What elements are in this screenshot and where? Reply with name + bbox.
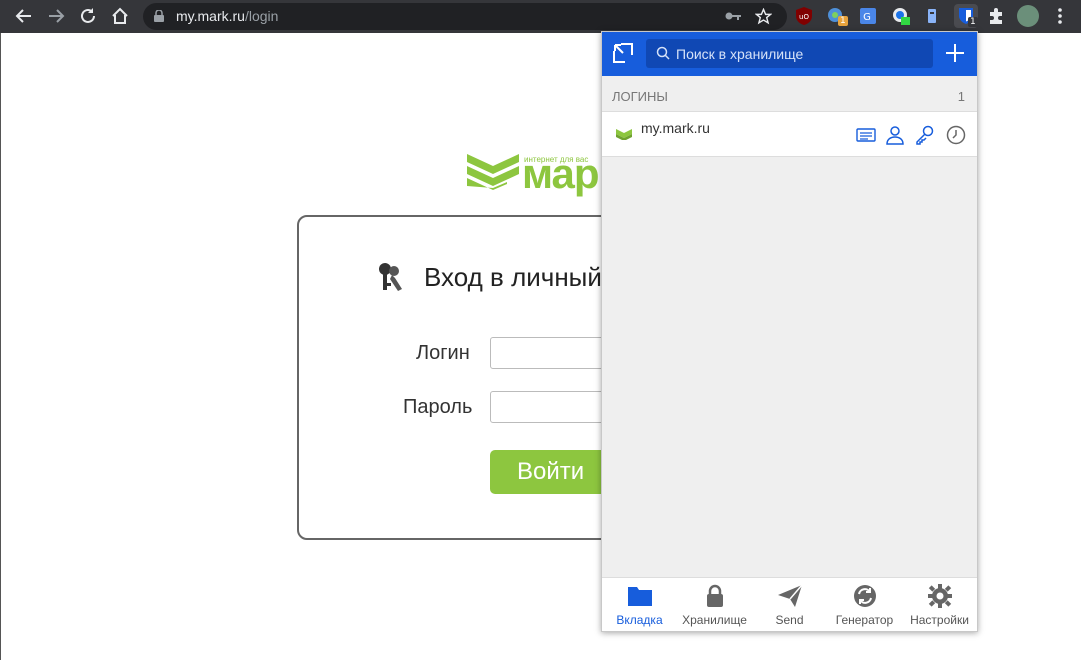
section-count: 1 <box>957 89 965 104</box>
back-button[interactable] <box>12 4 36 28</box>
tab-label: Хранилище <box>682 613 747 627</box>
key-icon[interactable] <box>725 10 741 22</box>
translate-extension-icon[interactable]: G <box>858 6 878 26</box>
password-label: Пароль <box>403 396 473 418</box>
site-favicon-icon <box>616 129 632 140</box>
puzzle-icon[interactable] <box>986 6 1006 26</box>
tab-label: Вкладка <box>616 613 663 627</box>
mark-logo-icon <box>467 154 519 190</box>
keys-icon <box>379 263 402 291</box>
folder-icon <box>628 587 652 606</box>
extension-4-icon[interactable] <box>890 6 910 26</box>
lock-icon <box>154 10 164 22</box>
extension-badge: 1 <box>838 16 848 26</box>
send-icon <box>778 584 803 607</box>
arrow-right-icon <box>49 9 65 23</box>
avatar[interactable] <box>1017 5 1039 27</box>
gear-icon <box>928 584 952 608</box>
reload-button[interactable] <box>76 4 100 28</box>
tab-current[interactable]: Вкладка <box>602 578 677 631</box>
browser-toolbar: my.mark.ru/login uO 1 G 1 <box>0 0 1081 33</box>
add-item-button[interactable] <box>944 42 966 64</box>
generator-icon <box>854 585 876 607</box>
list-item[interactable]: my.mark.ru <box>602 111 977 157</box>
logins-section-header: ЛОГИНЫ 1 <box>602 84 977 112</box>
url-text: my.mark.ru/login <box>176 8 279 24</box>
ublock-extension-icon[interactable]: uO <box>794 6 814 26</box>
popout-icon[interactable] <box>612 42 634 64</box>
lock-icon <box>707 584 723 607</box>
home-button[interactable] <box>108 4 132 28</box>
bitwarden-popup: Поиск в хранилище ЛОГИНЫ 1 my.mark.ru Вк… <box>601 31 978 632</box>
svg-text:G: G <box>863 12 871 23</box>
popup-header: Поиск в хранилище <box>602 32 977 76</box>
tab-vault[interactable]: Хранилище <box>677 578 752 631</box>
star-icon[interactable] <box>755 8 772 25</box>
tab-settings[interactable]: Настройки <box>902 578 977 631</box>
search-input[interactable]: Поиск в хранилище <box>646 39 933 68</box>
search-icon <box>656 46 670 60</box>
tab-send[interactable]: Send <box>752 578 827 631</box>
search-placeholder: Поиск в хранилище <box>676 46 804 62</box>
tab-generator[interactable]: Генератор <box>827 578 902 631</box>
login-label: Логин <box>416 342 470 364</box>
forward-button[interactable] <box>44 4 68 28</box>
tab-label: Настройки <box>910 613 969 627</box>
clock-icon[interactable] <box>946 125 966 145</box>
extension-2-icon[interactable]: 1 <box>826 6 848 26</box>
arrow-left-icon <box>15 9 31 23</box>
reload-icon <box>81 8 95 23</box>
section-title: ЛОГИНЫ <box>612 89 668 104</box>
extension-5-icon[interactable] <box>922 6 942 26</box>
tab-label: Генератор <box>835 613 894 627</box>
bottom-nav: Вкладка Хранилище Send Генератор Настрой… <box>602 577 977 631</box>
item-name: my.mark.ru <box>641 120 710 136</box>
bitwarden-extension-icon[interactable]: 1 <box>954 4 978 28</box>
extension-badge: 1 <box>968 17 978 27</box>
address-bar[interactable]: my.mark.ru/login <box>143 3 787 30</box>
tab-label: Send <box>775 613 804 627</box>
copy-password-icon[interactable] <box>915 125 935 145</box>
svg-text:uO: uO <box>799 13 809 21</box>
home-icon <box>112 7 128 24</box>
menu-icon[interactable] <box>1050 6 1070 26</box>
view-item-icon[interactable] <box>856 125 876 145</box>
copy-username-icon[interactable] <box>885 125 905 145</box>
